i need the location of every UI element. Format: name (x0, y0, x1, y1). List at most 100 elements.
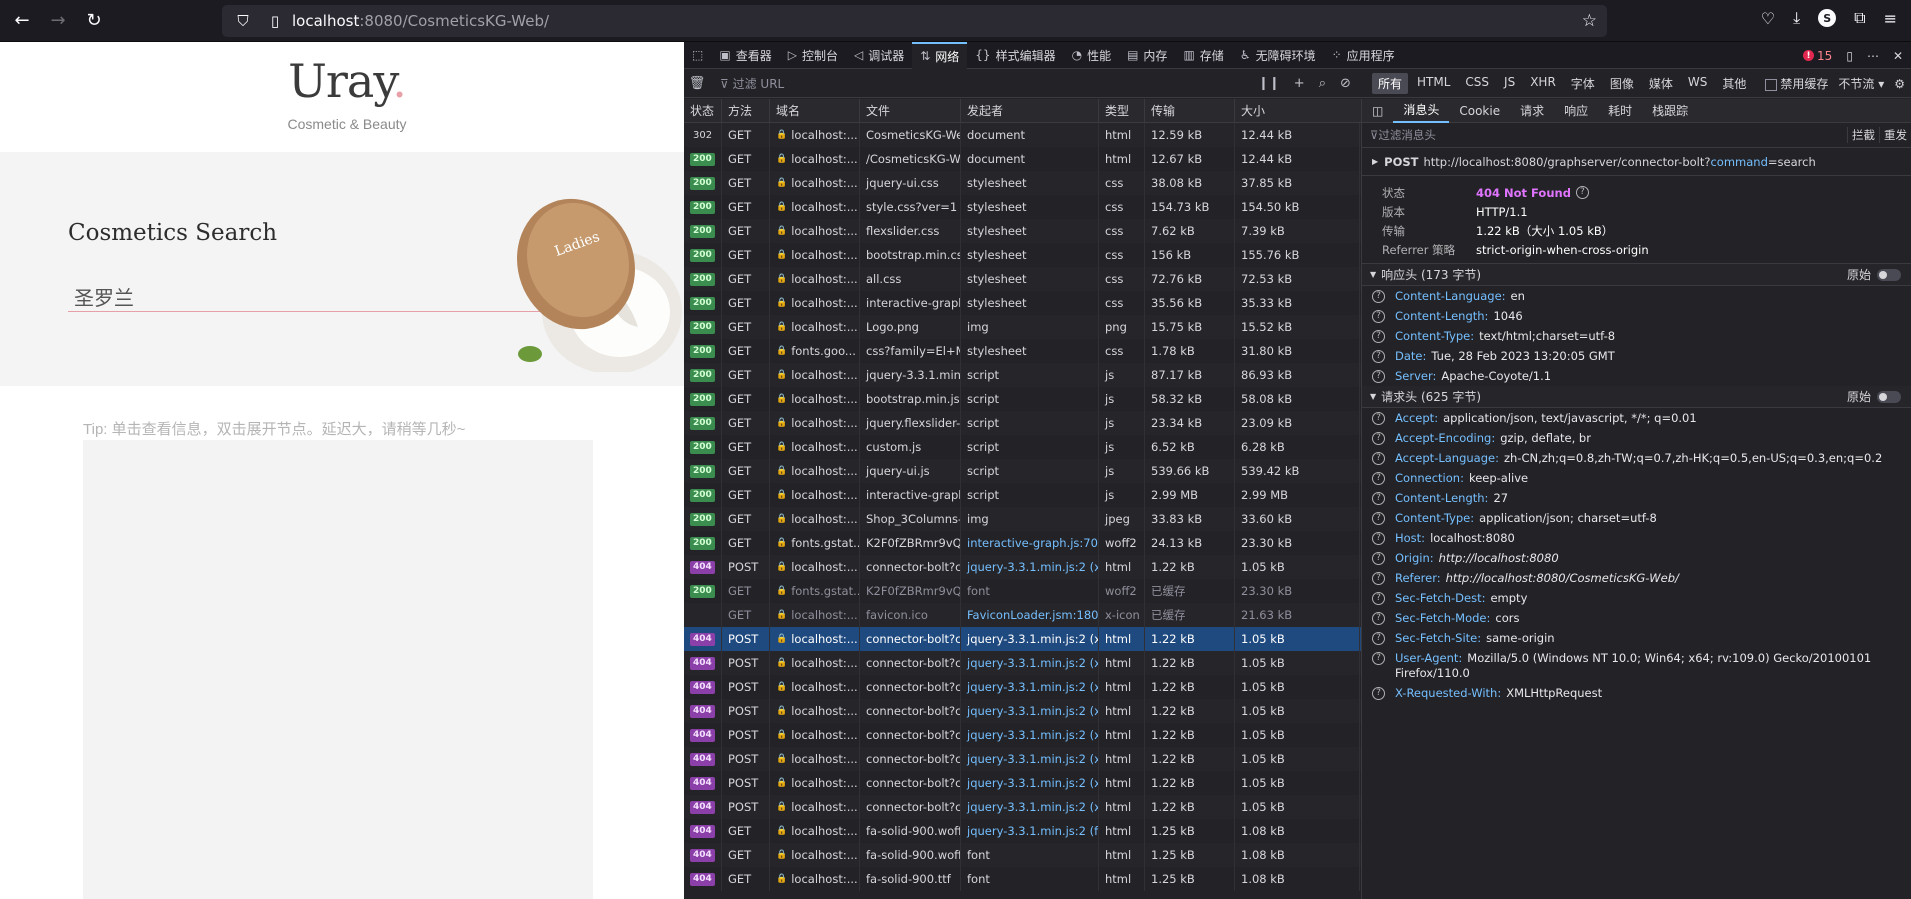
header-row[interactable]: ? Content-Length: 1046 (1362, 306, 1911, 326)
header-row[interactable]: ? Accept-Encoding: gzip, deflate, br (1362, 428, 1911, 448)
type-filter-button[interactable]: 所有 (1372, 73, 1409, 94)
help-icon[interactable]: ? (1372, 592, 1385, 605)
request-row[interactable]: 200GET🔒fonts.gstat...K2F0fZBRmr9vQ1pfont… (684, 579, 1361, 603)
url-bar[interactable]: ⛉ ▯ localhost:8080/CosmeticsKG-Web/ ☆ (222, 5, 1607, 37)
tab-storage[interactable]: ▥ 存储 (1175, 42, 1231, 69)
request-row[interactable]: 200GET🔒fonts.gstat...K2F0fZBRmr9vQ1pinte… (684, 531, 1361, 555)
type-filter-button[interactable]: HTML (1411, 73, 1456, 94)
block-icon[interactable]: ⊘ (1340, 76, 1351, 91)
detail-tab[interactable]: 耗时 (1598, 99, 1642, 123)
request-row[interactable]: 200 GET 🔒 localhost:... Shop_3Columns-t img jp… (684, 507, 1361, 531)
initiator-cell[interactable]: jquery-3.3.1.min.js:2 (x... (961, 675, 1099, 699)
resend-button[interactable]: 重发 (1879, 127, 1907, 143)
header-row[interactable]: ? Connection: keep-alive (1362, 468, 1911, 488)
response-headers-section[interactable]: ▼ 响应头 (173 字节) 原始 (1362, 264, 1911, 286)
raw-toggle[interactable]: 原始 (1847, 388, 1901, 405)
detail-tab[interactable]: Cookie (1449, 99, 1510, 123)
clear-requests-icon[interactable]: 🗑 (684, 76, 710, 91)
initiator-cell[interactable]: jquery-3.3.1.min.js:2 (x... (961, 555, 1099, 579)
request-row[interactable]: GET 🔒 localhost:... favicon.ico FaviconLoade… (684, 603, 1361, 627)
help-icon[interactable]: ? (1372, 532, 1385, 545)
tracking-protection-icon[interactable]: ⛉ (232, 12, 254, 30)
header-row[interactable]: ? Referer: http://localhost:8080/Cosmetics… (1362, 568, 1911, 588)
header-row[interactable]: ? Server: Apache-Coyote/1.1 (1362, 366, 1911, 386)
detail-tab[interactable]: 栈跟踪 (1642, 99, 1698, 123)
dock-icon[interactable]: ▯ (1846, 49, 1853, 63)
tab-debugger[interactable]: ◁ 调试器 (846, 42, 912, 69)
initiator-cell[interactable]: jquery-3.3.1.min.js:2 (x... (961, 771, 1099, 795)
more-options-icon[interactable]: ⋯ (1867, 49, 1879, 63)
block-request-button[interactable]: 拦截 (1847, 127, 1875, 143)
forward-icon[interactable]: → (44, 7, 72, 35)
request-row[interactable]: 200 GET 🔒 localhost:... interactive-graph. st… (684, 291, 1361, 315)
request-row[interactable]: 200 GET 🔒 localhost:... jquery.flexslider-m s… (684, 411, 1361, 435)
request-row[interactable]: 404 GET 🔒 localhost:... fa-solid-900.ttf font… (684, 867, 1361, 891)
request-row[interactable]: 200GET🔒fonts.goo...css?family=El+Mestyle… (684, 339, 1361, 363)
help-icon[interactable]: ? (1372, 452, 1385, 465)
error-count-badge[interactable]: ! 15 (1803, 49, 1832, 63)
request-row[interactable]: 404 POST 🔒 localhost:... connector-bolt?co jq… (684, 699, 1361, 723)
request-row[interactable]: 404 POST 🔒 localhost:... connector-bolt?co jq… (684, 651, 1361, 675)
detail-tab[interactable]: 请求 (1510, 99, 1554, 123)
help-icon[interactable]: ? (1372, 370, 1385, 383)
column-header[interactable]: 传输 (1145, 99, 1235, 122)
header-row[interactable]: ? Accept: application/json, text/javascrip… (1362, 408, 1911, 428)
bookmark-star-icon[interactable]: ☆ (1582, 11, 1597, 31)
initiator-cell[interactable]: FaviconLoader.jsm:180... (961, 603, 1099, 627)
header-row[interactable]: ? Content-Type: application/json; charset=… (1362, 508, 1911, 528)
detail-tab[interactable]: 消息头 (1393, 99, 1450, 123)
search-icon[interactable]: ⌕ (1319, 76, 1326, 91)
request-row[interactable]: 200GET🔒localhost:...jquery-3.3.1.min.jss… (684, 363, 1361, 387)
settings-gear-icon[interactable]: ⚙ (1894, 77, 1905, 91)
request-row[interactable]: 404 POST 🔒 localhost:... connector-bolt?co jq… (684, 795, 1361, 819)
type-filter-button[interactable]: JS (1498, 73, 1521, 94)
request-row[interactable]: 200 GET 🔒 localhost:... style.css?ver=1 style… (684, 195, 1361, 219)
tab-accessibility[interactable]: ♿ 无障碍环境 (1232, 42, 1324, 69)
request-row[interactable]: 200 GET 🔒 localhost:... bootstrap.min.js scri… (684, 387, 1361, 411)
request-row[interactable]: 404 POST 🔒 localhost:... connector-bolt?co jq… (684, 555, 1361, 579)
initiator-cell[interactable]: jquery-3.3.1.min.js:2 (x... (961, 723, 1099, 747)
request-row[interactable]: 200 GET 🔒 localhost:... jquery-ui.css stylesh… (684, 171, 1361, 195)
type-filter-button[interactable]: XHR (1524, 73, 1562, 94)
url-filter-input[interactable]: ⊽ 过滤 URL (720, 75, 1240, 92)
request-row[interactable]: 404 GET 🔒 localhost:... fa-solid-900.woff fon… (684, 843, 1361, 867)
help-icon[interactable]: ? (1372, 472, 1385, 485)
help-icon[interactable]: ? (1372, 632, 1385, 645)
disable-cache-checkbox[interactable]: 禁用缓存 (1765, 75, 1828, 92)
request-row[interactable]: 404 POST 🔒 localhost:... connector-bolt?co jq… (684, 675, 1361, 699)
tab-application[interactable]: ⁘ 应用程序 (1324, 42, 1403, 69)
header-row[interactable]: ? Content-Language: en (1362, 286, 1911, 306)
header-row[interactable]: ? Sec-Fetch-Site: same-origin (1362, 628, 1911, 648)
column-header[interactable]: 大小 (1235, 99, 1360, 122)
help-icon[interactable]: ? (1372, 310, 1385, 323)
throttle-select[interactable]: 不节流 ▾ (1838, 75, 1884, 92)
help-icon[interactable]: ? (1372, 492, 1385, 505)
request-url-line[interactable]: ▶ POST http://localhost:8080/graphserver… (1362, 148, 1911, 176)
help-icon[interactable]: ? (1372, 652, 1385, 665)
header-row[interactable]: ? Content-Length: 27 (1362, 488, 1911, 508)
downloads-icon[interactable]: ⤓ (1793, 8, 1800, 28)
tab-network[interactable]: ⇅ 网络 (912, 41, 968, 69)
request-row[interactable]: 404 POST 🔒 localhost:... connector-bolt?co jq… (684, 747, 1361, 771)
column-header[interactable]: 域名 (770, 99, 860, 122)
request-row[interactable]: 302 GET 🔒 localhost:... CosmeticsKG-Web docum… (684, 123, 1361, 147)
detail-sidebar-toggle-icon[interactable]: ◫ (1362, 99, 1393, 123)
site-logo[interactable]: Uray. (0, 54, 684, 108)
request-row[interactable]: 200 GET 🔒 localhost:... flexslider.css styles… (684, 219, 1361, 243)
add-icon[interactable]: + (1294, 76, 1305, 91)
request-row[interactable]: 200GET🔒localhost:...interactive-graph.js… (684, 483, 1361, 507)
graph-canvas[interactable] (83, 440, 593, 899)
pause-icon[interactable]: ❙❙ (1258, 76, 1280, 91)
url-text[interactable]: localhost:8080/CosmeticsKG-Web/ (292, 12, 549, 30)
type-filter-button[interactable]: WS (1682, 73, 1713, 94)
detail-tab[interactable]: 响应 (1554, 99, 1598, 123)
header-row[interactable]: ? User-Agent: Mozilla/5.0 (Windows NT 10.0… (1362, 648, 1911, 683)
request-row[interactable]: 404 POST 🔒 localhost:... connector-bolt?co jq… (684, 627, 1361, 651)
initiator-cell[interactable]: jquery-3.3.1.min.js:2 (x... (961, 699, 1099, 723)
column-header[interactable]: 状态 (684, 99, 722, 122)
header-row[interactable]: ? Origin: http://localhost:8080 (1362, 548, 1911, 568)
type-filter-button[interactable]: 其他 (1716, 73, 1752, 94)
header-row[interactable]: ? X-Requested-With: XMLHttpRequest (1362, 683, 1911, 703)
close-devtools-icon[interactable]: ✕ (1893, 49, 1903, 63)
header-row[interactable]: ? Sec-Fetch-Dest: empty (1362, 588, 1911, 608)
